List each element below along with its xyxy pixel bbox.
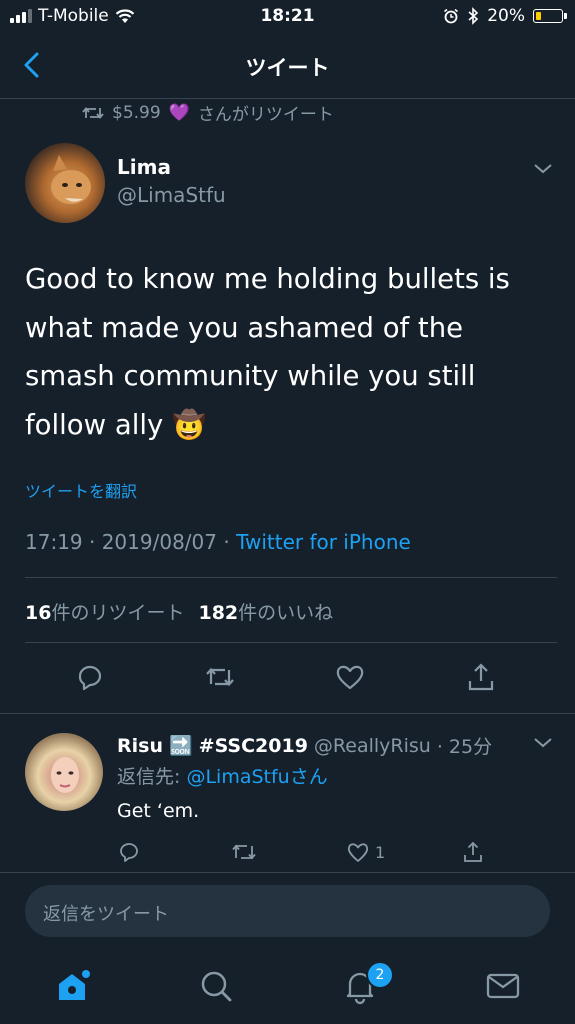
chevron-down-icon[interactable]: [533, 736, 553, 750]
retweet-stat-label: 件のリツイート: [51, 602, 185, 624]
share-icon[interactable]: [460, 838, 486, 866]
retweet-icon: [82, 106, 104, 119]
tweet-text: Good to know me holding bullets is what …: [25, 263, 510, 441]
tweet-timestamp: 17:19 · 2019/08/07 ·: [25, 530, 237, 554]
reply-hashtag: #SSC2019: [198, 734, 308, 757]
author-block[interactable]: Lima @LimaStfu: [117, 155, 226, 207]
soon-emoji: 🔜: [168, 735, 193, 757]
divider: [25, 642, 557, 643]
tweet-actions: [0, 660, 575, 700]
tweet-source[interactable]: Twitter for iPhone: [236, 530, 411, 554]
battery-icon: [533, 9, 567, 23]
like-icon: [347, 843, 369, 862]
divider: [25, 577, 557, 578]
retweet-icon[interactable]: [230, 838, 258, 866]
purple-heart-emoji: 💜: [168, 102, 190, 123]
reply-like-button[interactable]: 1: [345, 838, 385, 866]
tweet-meta: 17:19 · 2019/08/07 · Twitter for iPhone: [25, 530, 411, 554]
avatar[interactable]: [25, 143, 105, 223]
like-icon[interactable]: [333, 660, 367, 694]
reply-to-handle[interactable]: @LimaStfu: [186, 766, 289, 788]
share-icon[interactable]: [464, 660, 498, 694]
reply-icon[interactable]: [73, 660, 107, 694]
home-icon[interactable]: [53, 966, 93, 1006]
retweet-count: 16: [25, 602, 52, 624]
reply-time: · 25分: [436, 736, 493, 758]
reply-avatar-photo: [51, 757, 79, 793]
bluetooth-icon: [468, 7, 479, 25]
status-right: 20%: [443, 6, 567, 26]
cat-photo: [51, 155, 91, 204]
tab-bar: [0, 950, 575, 1024]
reply-like-count: 1: [375, 842, 386, 862]
battery-percent: 20%: [487, 6, 525, 26]
retweet-stat[interactable]: 16件のリツイート: [25, 598, 184, 625]
author-handle: @LimaStfu: [117, 183, 226, 207]
page-title: ツイート: [245, 56, 330, 80]
battery-level: [536, 12, 541, 20]
status-bar: T-Mobile 18:21 20%: [0, 0, 575, 34]
retweet-icon[interactable]: [203, 660, 237, 694]
messages-icon[interactable]: [483, 966, 523, 1006]
reply-avatar[interactable]: [25, 733, 103, 811]
notification-badge: 2: [366, 961, 394, 989]
retweet-notice[interactable]: $5.99 💜 さんがリツイート: [82, 100, 334, 125]
nav-header: ツイート: [0, 34, 575, 99]
reply-to-suffix: さん: [289, 766, 328, 788]
alarm-icon: [444, 8, 459, 24]
reply-author-name: Risu: [117, 734, 163, 757]
reply-text: Get ‘em.: [117, 800, 200, 822]
chevron-down-icon[interactable]: [533, 162, 553, 176]
reply-icon[interactable]: [117, 838, 143, 866]
translate-link[interactable]: ツイートを翻訳: [25, 478, 137, 502]
reply-compose-bar: 返信をツイート: [0, 872, 575, 951]
reply-handle: @ReallyRisu: [313, 734, 431, 757]
like-count: 182: [198, 602, 239, 624]
reply-header[interactable]: Risu 🔜 #SSC2019 @ReallyRisu · 25分: [117, 732, 492, 759]
divider: [0, 713, 575, 714]
reply-to-line: 返信先: @LimaStfuさん: [117, 762, 328, 789]
reply-to-label: 返信先:: [117, 766, 187, 788]
like-stat-label: 件のいいね: [238, 602, 334, 624]
reply-input[interactable]: 返信をツイート: [25, 885, 550, 937]
retweet-suffix: さんがリツイート: [197, 105, 334, 125]
retweeter-name: $5.99: [112, 102, 161, 123]
search-icon[interactable]: [196, 966, 236, 1006]
author-name: Lima: [117, 155, 171, 179]
tweet-stats: 16件のリツイート 182件のいいね: [25, 598, 333, 625]
like-stat[interactable]: 182件のいいね: [198, 598, 333, 625]
